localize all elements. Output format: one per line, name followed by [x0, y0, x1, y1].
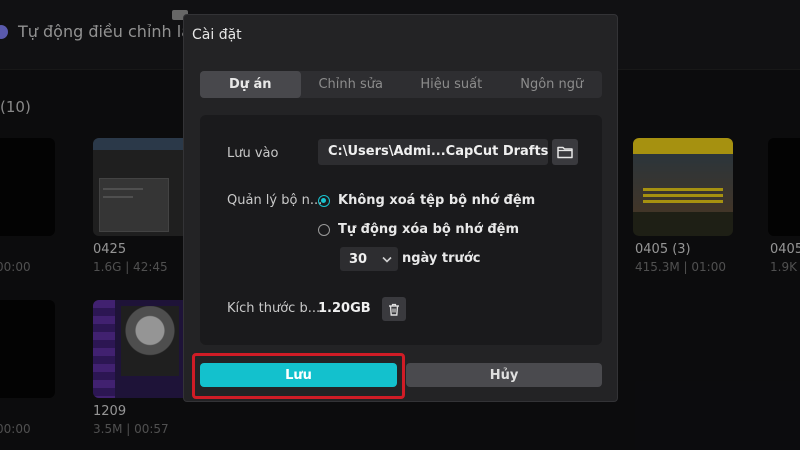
cache-option-keep-label: Không xoá tệp bộ nhớ đệm: [338, 193, 536, 208]
tab-project[interactable]: Dự án: [200, 71, 301, 98]
radio-selected[interactable]: [318, 194, 330, 207]
radio-unselected[interactable]: [318, 223, 330, 236]
cache-option-keep[interactable]: Không xoá tệp bộ nhớ đệm: [318, 193, 535, 208]
settings-panel: Lưu vào C:\Users\Admi...CapCut Drafts Qu…: [200, 115, 602, 345]
tab-language[interactable]: Ngôn ngữ: [502, 71, 603, 98]
save-location-field[interactable]: C:\Users\Admi...CapCut Drafts: [318, 139, 548, 165]
save-button[interactable]: Lưu: [200, 363, 397, 387]
days-dropdown[interactable]: 30: [340, 247, 398, 271]
browse-folder-button[interactable]: [552, 139, 578, 165]
save-location-label: Lưu vào: [227, 146, 279, 161]
tab-edit[interactable]: Chỉnh sửa: [301, 71, 402, 98]
dialog-title: Cài đặt: [192, 27, 242, 43]
cache-option-auto-label: Tự động xóa bộ nhớ đệm: [338, 222, 519, 237]
days-suffix: ngày trước: [402, 251, 481, 266]
cache-size-label: Kích thước b...: [227, 301, 321, 316]
settings-tabs: Dự án Chỉnh sửa Hiệu suất Ngôn ngữ: [200, 71, 602, 98]
trash-icon: [389, 303, 399, 316]
cache-option-auto[interactable]: Tự động xóa bộ nhớ đệm: [318, 222, 519, 237]
tab-performance[interactable]: Hiệu suất: [401, 71, 502, 98]
days-value: 30: [349, 251, 368, 267]
folder-icon: [557, 146, 573, 159]
cache-label: Quản lý bộ n...: [227, 193, 323, 208]
settings-dialog: Cài đặt Dự án Chỉnh sửa Hiệu suất Ngôn n…: [183, 14, 618, 402]
cancel-button[interactable]: Hủy: [406, 363, 602, 387]
cache-size-value: 1.20GB: [318, 301, 371, 316]
app-window: Tự động điều chỉnh lại (10) 00:00 0425 1…: [0, 0, 800, 450]
chevron-down-icon: [382, 256, 392, 263]
clear-cache-button[interactable]: [382, 297, 406, 321]
